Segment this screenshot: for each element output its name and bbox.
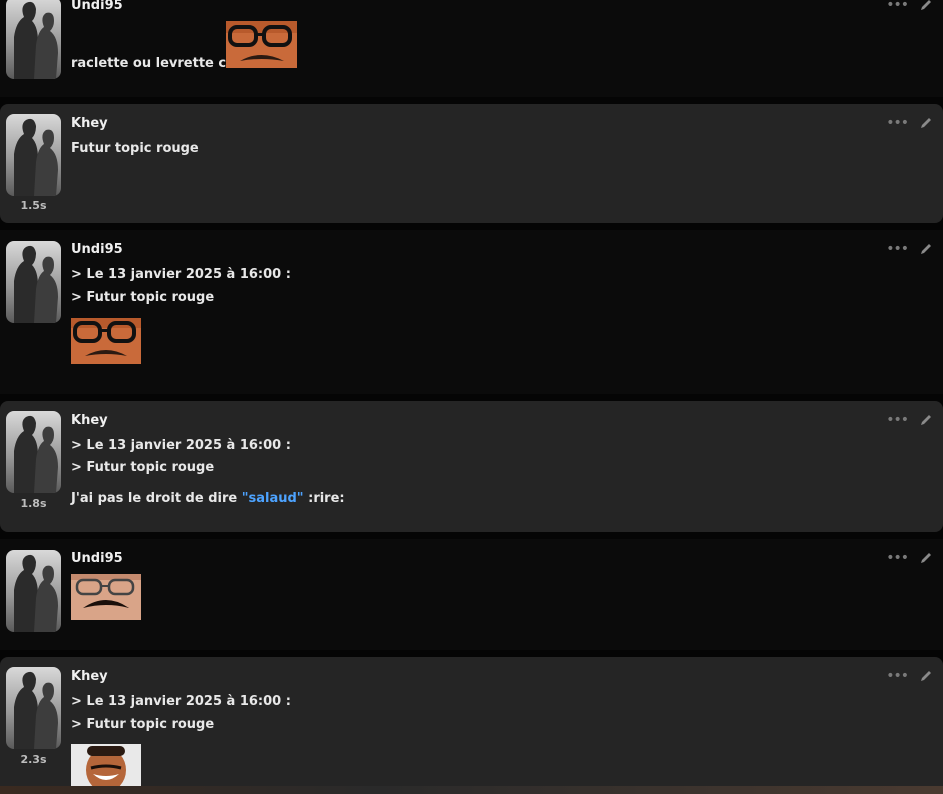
author-name[interactable]: Undi95 <box>71 242 123 257</box>
message-card: 1.5s Khey Futur topic rouge ••• <box>0 104 943 223</box>
avatar[interactable] <box>6 667 61 749</box>
message-card: Undi95 ••• <box>0 539 943 650</box>
more-dots-icon[interactable]: ••• <box>886 0 909 12</box>
post-actions: ••• <box>886 551 933 565</box>
response-time: 2.3s <box>20 753 47 766</box>
author-name[interactable]: Undi95 <box>71 0 123 13</box>
avatar[interactable] <box>6 114 61 196</box>
sticker-image <box>71 318 141 364</box>
more-dots-icon[interactable]: ••• <box>886 242 909 256</box>
author-name[interactable]: Khey <box>71 116 108 131</box>
post-actions: ••• <box>886 413 933 427</box>
sticker-image <box>71 744 141 786</box>
response-time: 1.5s <box>20 199 47 212</box>
quote-line: > Futur topic rouge <box>71 460 215 475</box>
quote-line: > Le 13 janvier 2025 à 16:00 : <box>71 267 291 282</box>
avatar[interactable] <box>6 411 61 493</box>
highlight-link[interactable]: "salaud" <box>242 491 304 506</box>
pencil-icon[interactable] <box>920 669 933 682</box>
more-dots-icon[interactable]: ••• <box>886 669 909 683</box>
pencil-icon[interactable] <box>920 551 933 564</box>
message-card: 2.3s Khey > Le 13 janvier 2025 à 16:00 :… <box>0 657 943 794</box>
quote-line: > Futur topic rouge <box>71 717 215 732</box>
more-dots-icon[interactable]: ••• <box>886 116 909 130</box>
post-actions: ••• <box>886 242 933 256</box>
pencil-icon[interactable] <box>920 242 933 255</box>
bottom-bar <box>0 786 943 794</box>
message-text: Futur topic rouge <box>71 141 199 156</box>
message-card: 1.8s Khey > Le 13 janvier 2025 à 16:00 :… <box>0 401 943 532</box>
message-card: Undi95 raclette ou levrette clé ? ••• <box>0 0 943 97</box>
quote-line: > Le 13 janvier 2025 à 16:00 : <box>71 694 291 709</box>
response-time: 1.8s <box>20 497 47 510</box>
pencil-icon[interactable] <box>920 413 933 426</box>
sticker-image <box>226 21 297 68</box>
message-card: Undi95 > Le 13 janvier 2025 à 16:00 : > … <box>0 230 943 394</box>
avatar[interactable] <box>6 0 61 79</box>
author-name[interactable]: Khey <box>71 413 108 428</box>
more-dots-icon[interactable]: ••• <box>886 551 909 565</box>
more-dots-icon[interactable]: ••• <box>886 413 909 427</box>
sticker-image <box>71 574 141 620</box>
author-name[interactable]: Khey <box>71 669 108 684</box>
avatar[interactable] <box>6 241 61 323</box>
pencil-icon[interactable] <box>920 0 933 11</box>
post-actions: ••• <box>886 669 933 683</box>
avatar[interactable] <box>6 550 61 632</box>
author-name[interactable]: Undi95 <box>71 551 123 566</box>
quote-line: > Le 13 janvier 2025 à 16:00 : <box>71 438 291 453</box>
pencil-icon[interactable] <box>920 116 933 129</box>
reply-text: J'ai pas le droit de dire <box>71 491 242 506</box>
post-actions: ••• <box>886 116 933 130</box>
quote-line: > Futur topic rouge <box>71 290 215 305</box>
message-text: raclette ou levrette clé ? <box>71 56 252 71</box>
message-text: J'ai pas le droit de dire "salaud" :rire… <box>71 491 345 506</box>
reply-text: :rire: <box>303 491 345 506</box>
post-actions: ••• <box>886 0 933 12</box>
